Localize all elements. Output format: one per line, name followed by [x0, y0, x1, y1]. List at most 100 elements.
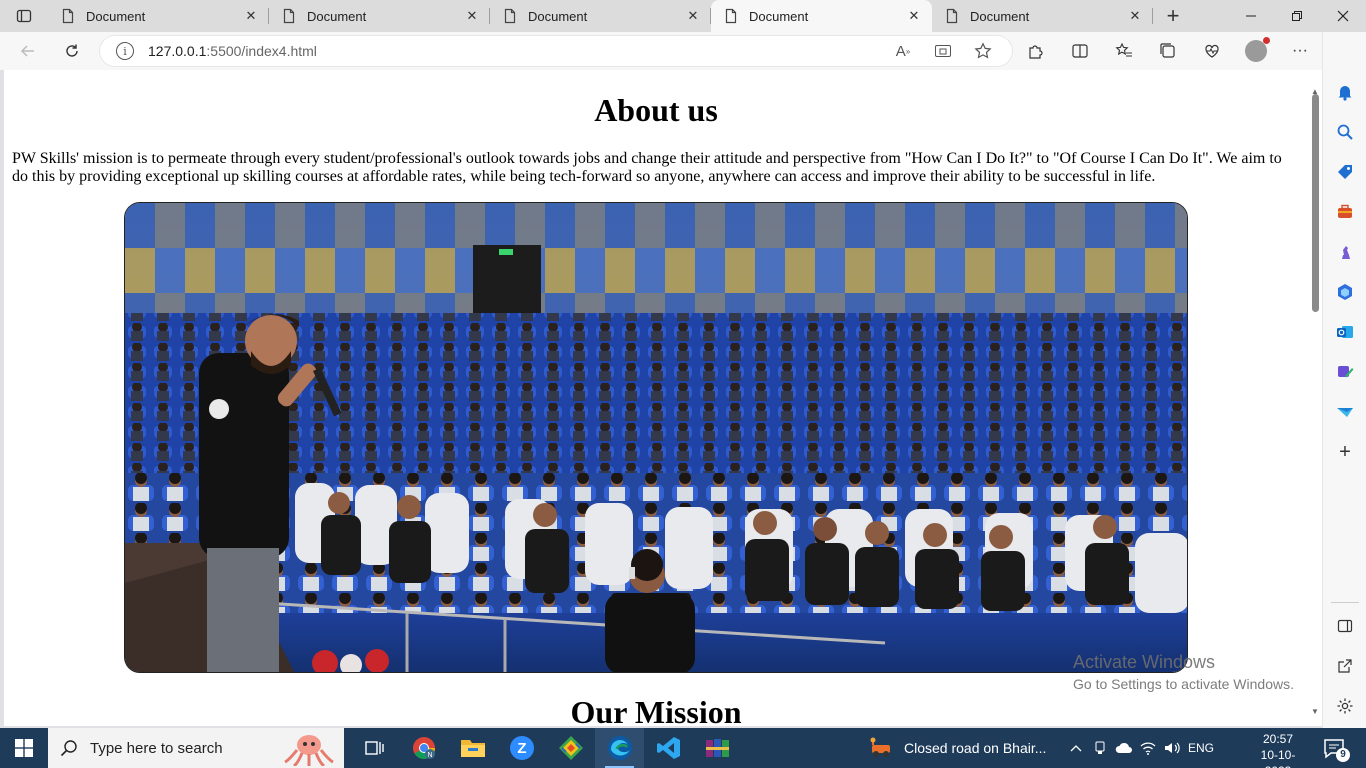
show-hidden-icons-chevron-icon[interactable] — [1064, 728, 1088, 768]
minimize-button[interactable] — [1228, 0, 1274, 32]
avatar — [1245, 37, 1270, 62]
site-info-icon[interactable]: i — [116, 42, 134, 60]
octopus-search-highlight-icon — [284, 735, 334, 766]
app-available-icon[interactable] — [932, 40, 954, 62]
search-icon — [60, 740, 77, 757]
open-external-icon[interactable] — [1333, 654, 1357, 678]
wifi-icon[interactable] — [1136, 728, 1160, 768]
performance-button[interactable] — [1190, 32, 1234, 70]
refresh-icon — [66, 44, 78, 57]
tab-label: Document — [307, 8, 367, 24]
browser-tab[interactable]: Document ✕ — [490, 0, 711, 32]
tab-label: Document — [749, 8, 809, 24]
refresh-button[interactable] — [54, 36, 90, 66]
read-aloud-icon[interactable]: A» — [892, 40, 914, 62]
collections-button[interactable] — [1146, 32, 1190, 70]
onedrive-cloud-icon[interactable] — [1112, 728, 1136, 768]
close-tab-icon[interactable]: ✕ — [241, 6, 261, 26]
drop-send-icon[interactable] — [1333, 400, 1357, 424]
sidebar-divider — [1331, 602, 1359, 603]
clock-date: 10-10-2023 — [1260, 748, 1296, 768]
favorites-button[interactable] — [1102, 32, 1146, 70]
sidebar-settings-gear-icon[interactable] — [1333, 694, 1357, 718]
taskbar-chrome[interactable]: N — [399, 728, 448, 768]
vscode-icon — [656, 737, 680, 759]
chrome-icon: N — [412, 737, 435, 759]
auditorium-photo — [124, 202, 1188, 673]
hide-sidebar-icon[interactable] — [1333, 614, 1357, 638]
taskbar-file-explorer[interactable] — [448, 728, 497, 768]
language-indicator[interactable]: ENG — [1184, 728, 1218, 768]
taskbar-zoom[interactable]: Z — [497, 728, 546, 768]
search-icon[interactable] — [1333, 120, 1357, 144]
tools-briefcase-icon[interactable] — [1333, 200, 1357, 224]
news-widget[interactable]: Closed road on Bhair... — [868, 728, 1046, 768]
url-text: 127.0.0.1:5500/index4.html — [148, 43, 317, 59]
activate-windows-subtitle: Go to Settings to activate Windows. — [1073, 676, 1294, 692]
volume-icon[interactable] — [1160, 728, 1184, 768]
about-heading: About us — [594, 92, 718, 128]
system-clock[interactable]: 20:57 10-10-2023 — [1250, 731, 1306, 768]
extensions-button[interactable] — [1014, 32, 1058, 70]
shopping-tag-icon[interactable] — [1333, 160, 1357, 184]
restore-button[interactable] — [1274, 0, 1320, 32]
tab-label: Document — [86, 8, 146, 24]
split-screen-button[interactable] — [1058, 32, 1102, 70]
page-viewport: About us PW Skills' mission is to permea… — [4, 70, 1308, 726]
page-scrollbar[interactable]: ▲ ▼ — [1308, 70, 1322, 726]
minimize-icon — [1246, 15, 1256, 17]
taskbar-vscode[interactable] — [644, 728, 693, 768]
restore-icon — [1292, 11, 1302, 21]
tab-label: Document — [528, 8, 588, 24]
profile-button[interactable] — [1234, 32, 1278, 70]
back-button[interactable] — [10, 36, 46, 66]
taskbar-edge[interactable] — [595, 728, 644, 768]
close-tab-icon[interactable]: ✕ — [683, 6, 703, 26]
search-placeholder: Type here to search — [90, 739, 223, 757]
address-bar[interactable]: i 127.0.0.1:5500/index4.html A» — [100, 36, 1012, 66]
browser-tab[interactable]: Document ✕ — [932, 0, 1153, 32]
url-path: :5500/index4.html — [206, 43, 317, 59]
browser-tab[interactable]: Document ✕ — [269, 0, 490, 32]
folder-icon — [460, 740, 485, 757]
designer-pen-icon[interactable] — [1333, 360, 1357, 384]
diamond-app-icon — [558, 736, 583, 760]
add-sidebar-app-icon[interactable]: + — [1333, 440, 1357, 464]
favorite-star-icon[interactable] — [972, 40, 994, 62]
scroll-thumb[interactable] — [1312, 94, 1319, 312]
taskbar-search-box[interactable]: Type here to search — [48, 728, 344, 768]
taskbar-git-tool[interactable] — [546, 728, 595, 768]
document-icon — [60, 8, 76, 24]
document-icon — [723, 8, 739, 24]
microsoft-365-icon[interactable] — [1333, 280, 1357, 304]
more-horizontal-icon: ··· — [1292, 42, 1308, 59]
svg-text:N: N — [427, 752, 432, 759]
browser-tab-active[interactable]: Document ✕ — [711, 0, 932, 32]
taskbar-winrar[interactable] — [693, 728, 742, 768]
browser-tab[interactable]: Document ✕ — [48, 0, 269, 32]
puzzle-icon — [1029, 45, 1043, 59]
start-button[interactable] — [0, 728, 48, 768]
back-arrow-icon — [20, 45, 34, 57]
device-usb-icon[interactable] — [1088, 728, 1112, 768]
system-tray: ENG — [1064, 728, 1218, 768]
scroll-down-arrow-icon[interactable]: ▼ — [1311, 708, 1319, 716]
split-screen-icon — [1072, 44, 1088, 58]
games-chess-icon[interactable] — [1333, 240, 1357, 264]
close-tab-icon[interactable]: ✕ — [904, 6, 924, 26]
edge-icon — [607, 736, 632, 760]
tab-actions-icon — [16, 9, 32, 23]
svg-text:Z: Z — [517, 740, 526, 757]
tab-actions-button[interactable] — [0, 0, 48, 32]
settings-more-button[interactable]: ··· — [1278, 32, 1322, 70]
close-tab-icon[interactable]: ✕ — [1125, 6, 1145, 26]
close-tab-icon[interactable]: ✕ — [462, 6, 482, 26]
task-view-button[interactable] — [350, 728, 399, 768]
notification-bell-icon[interactable] — [1333, 80, 1357, 104]
document-icon — [944, 8, 960, 24]
edge-sidebar: + — [1322, 32, 1366, 728]
close-window-button[interactable] — [1320, 0, 1366, 32]
outlook-icon[interactable] — [1333, 320, 1357, 344]
new-tab-button[interactable]: + — [1153, 0, 1193, 32]
window-controls — [1228, 0, 1366, 32]
